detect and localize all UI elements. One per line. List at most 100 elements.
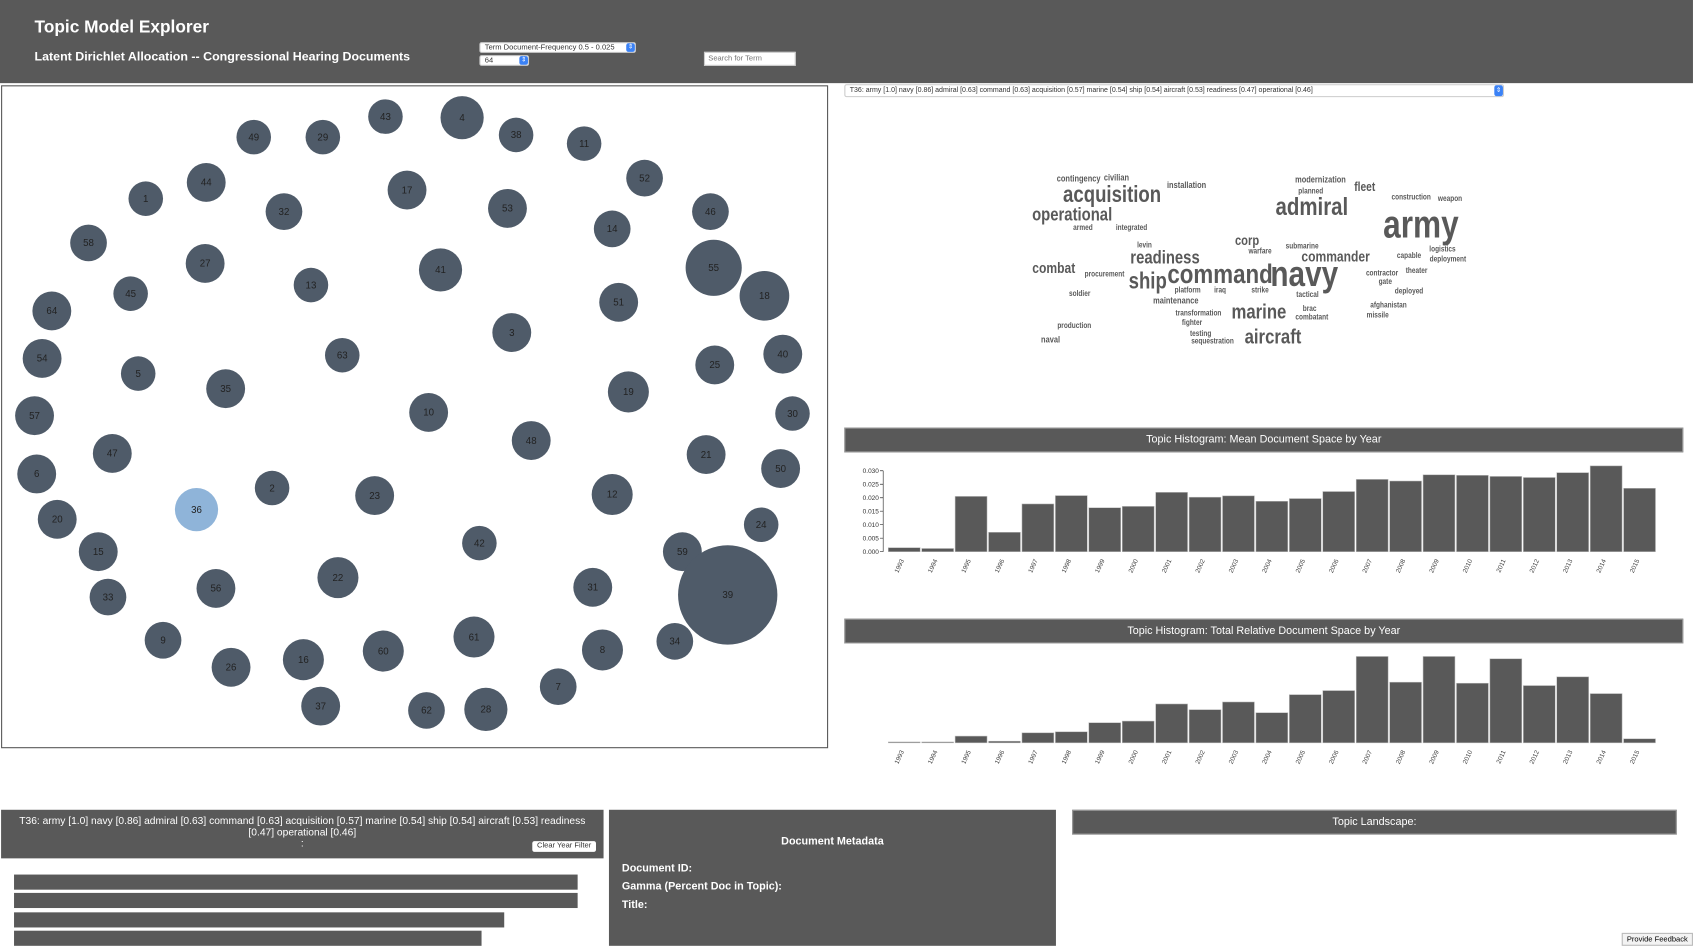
histogram-bar[interactable] [1255, 712, 1289, 744]
document-bar[interactable] [14, 911, 505, 928]
histogram-bar[interactable] [954, 496, 988, 552]
word-cloud-term[interactable]: ship [1129, 269, 1167, 294]
word-cloud-term[interactable]: deployed [1395, 286, 1424, 296]
topic-bubble[interactable]: 41 [418, 248, 463, 292]
topic-bubble[interactable]: 35 [206, 369, 246, 409]
word-cloud-term[interactable]: naval [1041, 334, 1060, 345]
histogram-bar[interactable] [1623, 488, 1656, 552]
histogram-bar[interactable] [1322, 690, 1355, 744]
histogram-bar[interactable] [1589, 693, 1623, 744]
word-cloud-term[interactable]: weapon [1437, 193, 1462, 203]
histogram-bar[interactable] [1623, 738, 1656, 744]
word-cloud-term[interactable]: iraq [1214, 285, 1226, 295]
topic-bubble[interactable]: 25 [695, 345, 735, 385]
topic-bubble[interactable]: 64 [32, 291, 72, 331]
topic-bubble[interactable]: 10 [409, 393, 449, 432]
word-cloud-term[interactable]: soldier [1069, 288, 1090, 298]
topic-bubble[interactable]: 14 [593, 210, 631, 248]
histogram-bar[interactable] [1489, 658, 1523, 744]
topic-bubble[interactable]: 49 [236, 119, 272, 155]
histogram-bar[interactable] [1456, 475, 1489, 552]
word-cloud-term[interactable]: modernization [1295, 174, 1346, 185]
word-cloud-term[interactable]: strike [1251, 285, 1268, 295]
topic-bubble[interactable]: 7 [539, 668, 577, 706]
word-cloud-term[interactable]: logistics [1429, 244, 1455, 254]
word-cloud-term[interactable]: gate [1379, 276, 1392, 286]
provide-feedback-button[interactable]: Provide Feedback [1621, 932, 1693, 946]
document-bar[interactable] [14, 930, 482, 946]
histogram-bar[interactable] [1556, 676, 1589, 744]
topic-bubble[interactable]: 19 [607, 371, 649, 413]
histogram-bar[interactable] [1155, 492, 1188, 552]
histogram-bar[interactable] [921, 548, 954, 552]
histogram-bar[interactable] [1289, 694, 1322, 744]
topic-bubble[interactable]: 57 [15, 396, 54, 436]
word-cloud-term[interactable]: missile [1367, 310, 1389, 320]
word-cloud-term[interactable]: civilian [1104, 172, 1129, 183]
search-term-input[interactable] [703, 51, 796, 66]
topic-bubble[interactable]: 23 [355, 476, 395, 516]
topic-bubble[interactable]: 9 [144, 621, 182, 659]
histogram-bar[interactable] [1055, 731, 1088, 744]
topic-bubble[interactable]: 44 [186, 163, 226, 202]
word-cloud-term[interactable]: transformation [1176, 308, 1222, 318]
word-cloud-term[interactable]: marine [1231, 300, 1286, 323]
histogram-bar[interactable] [1222, 701, 1255, 744]
histogram-bar[interactable] [1523, 477, 1556, 552]
topic-bubble[interactable]: 36 [174, 488, 219, 532]
topic-select[interactable]: T36: army [1.0] navy [0.86] admiral [0.6… [844, 84, 1505, 98]
topic-bubble[interactable]: 17 [387, 170, 427, 210]
topic-bubble[interactable]: 1 [128, 181, 164, 216]
histogram-bar[interactable] [1222, 495, 1255, 552]
document-bar[interactable] [14, 874, 578, 890]
histogram-bar[interactable] [1456, 682, 1489, 744]
histogram-bar[interactable] [921, 741, 954, 744]
topic-bubble[interactable]: 39 [678, 545, 778, 645]
histogram-bar[interactable] [1489, 476, 1523, 552]
word-cloud-term[interactable]: maintenance [1153, 295, 1199, 306]
topic-bubble[interactable]: 32 [265, 193, 303, 230]
word-cloud-term[interactable]: armed [1073, 222, 1093, 232]
topic-bubble[interactable]: 6 [17, 454, 57, 494]
topic-bubble[interactable]: 28 [464, 687, 508, 731]
word-cloud-term[interactable]: aircraft [1245, 325, 1302, 348]
word-cloud-term[interactable]: tactical [1296, 289, 1318, 299]
word-cloud-term[interactable]: construction [1391, 192, 1430, 202]
topic-bubble[interactable]: 47 [92, 434, 132, 473]
histogram-bar[interactable] [1188, 496, 1222, 552]
document-bar[interactable] [14, 893, 578, 909]
histogram-bar[interactable] [1556, 472, 1589, 552]
histogram-bar[interactable] [954, 735, 988, 744]
word-cloud-term[interactable]: integrated [1116, 222, 1147, 232]
topic-bubble[interactable]: 20 [37, 499, 77, 539]
word-cloud-term[interactable]: production [1057, 321, 1091, 331]
word-cloud-term[interactable]: deployment [1430, 254, 1467, 264]
histogram-bar[interactable] [988, 532, 1021, 552]
topic-bubble[interactable]: 8 [581, 629, 623, 671]
histogram-bar[interactable] [1121, 720, 1155, 744]
topic-bubble[interactable]: 29 [305, 119, 341, 155]
histogram-bar[interactable] [887, 741, 921, 744]
histogram-bar[interactable] [1389, 480, 1422, 552]
histogram-bar[interactable] [1289, 498, 1322, 552]
topic-bubble[interactable]: 37 [301, 686, 341, 726]
topic-bubble[interactable]: 42 [462, 525, 497, 561]
topic-bubble[interactable]: 38 [498, 117, 534, 153]
topic-bubble[interactable]: 61 [453, 616, 495, 658]
filter-select[interactable]: Term Document-Frequency 0.5 - 0.025 ⇕ [479, 42, 636, 53]
topic-bubble[interactable]: 2 [254, 470, 290, 506]
word-cloud-term[interactable]: platform [1175, 285, 1201, 295]
topic-bubble[interactable]: 45 [113, 276, 148, 311]
histogram-bar[interactable] [1355, 479, 1389, 552]
word-cloud-term[interactable]: army [1383, 204, 1459, 247]
histogram-bar[interactable] [1422, 656, 1456, 744]
topic-bubble[interactable]: 51 [599, 282, 639, 322]
word-cloud-term[interactable]: capable [1397, 250, 1421, 260]
topic-bubble[interactable]: 54 [22, 339, 62, 378]
topic-bubble[interactable]: 56 [196, 569, 236, 608]
word-cloud-term[interactable]: warfare [1248, 246, 1272, 256]
word-cloud-term[interactable]: theater [1406, 266, 1428, 276]
histogram-bar[interactable] [1155, 703, 1188, 744]
word-cloud-term[interactable]: admiral [1275, 192, 1348, 220]
topic-bubble[interactable]: 15 [78, 532, 118, 572]
